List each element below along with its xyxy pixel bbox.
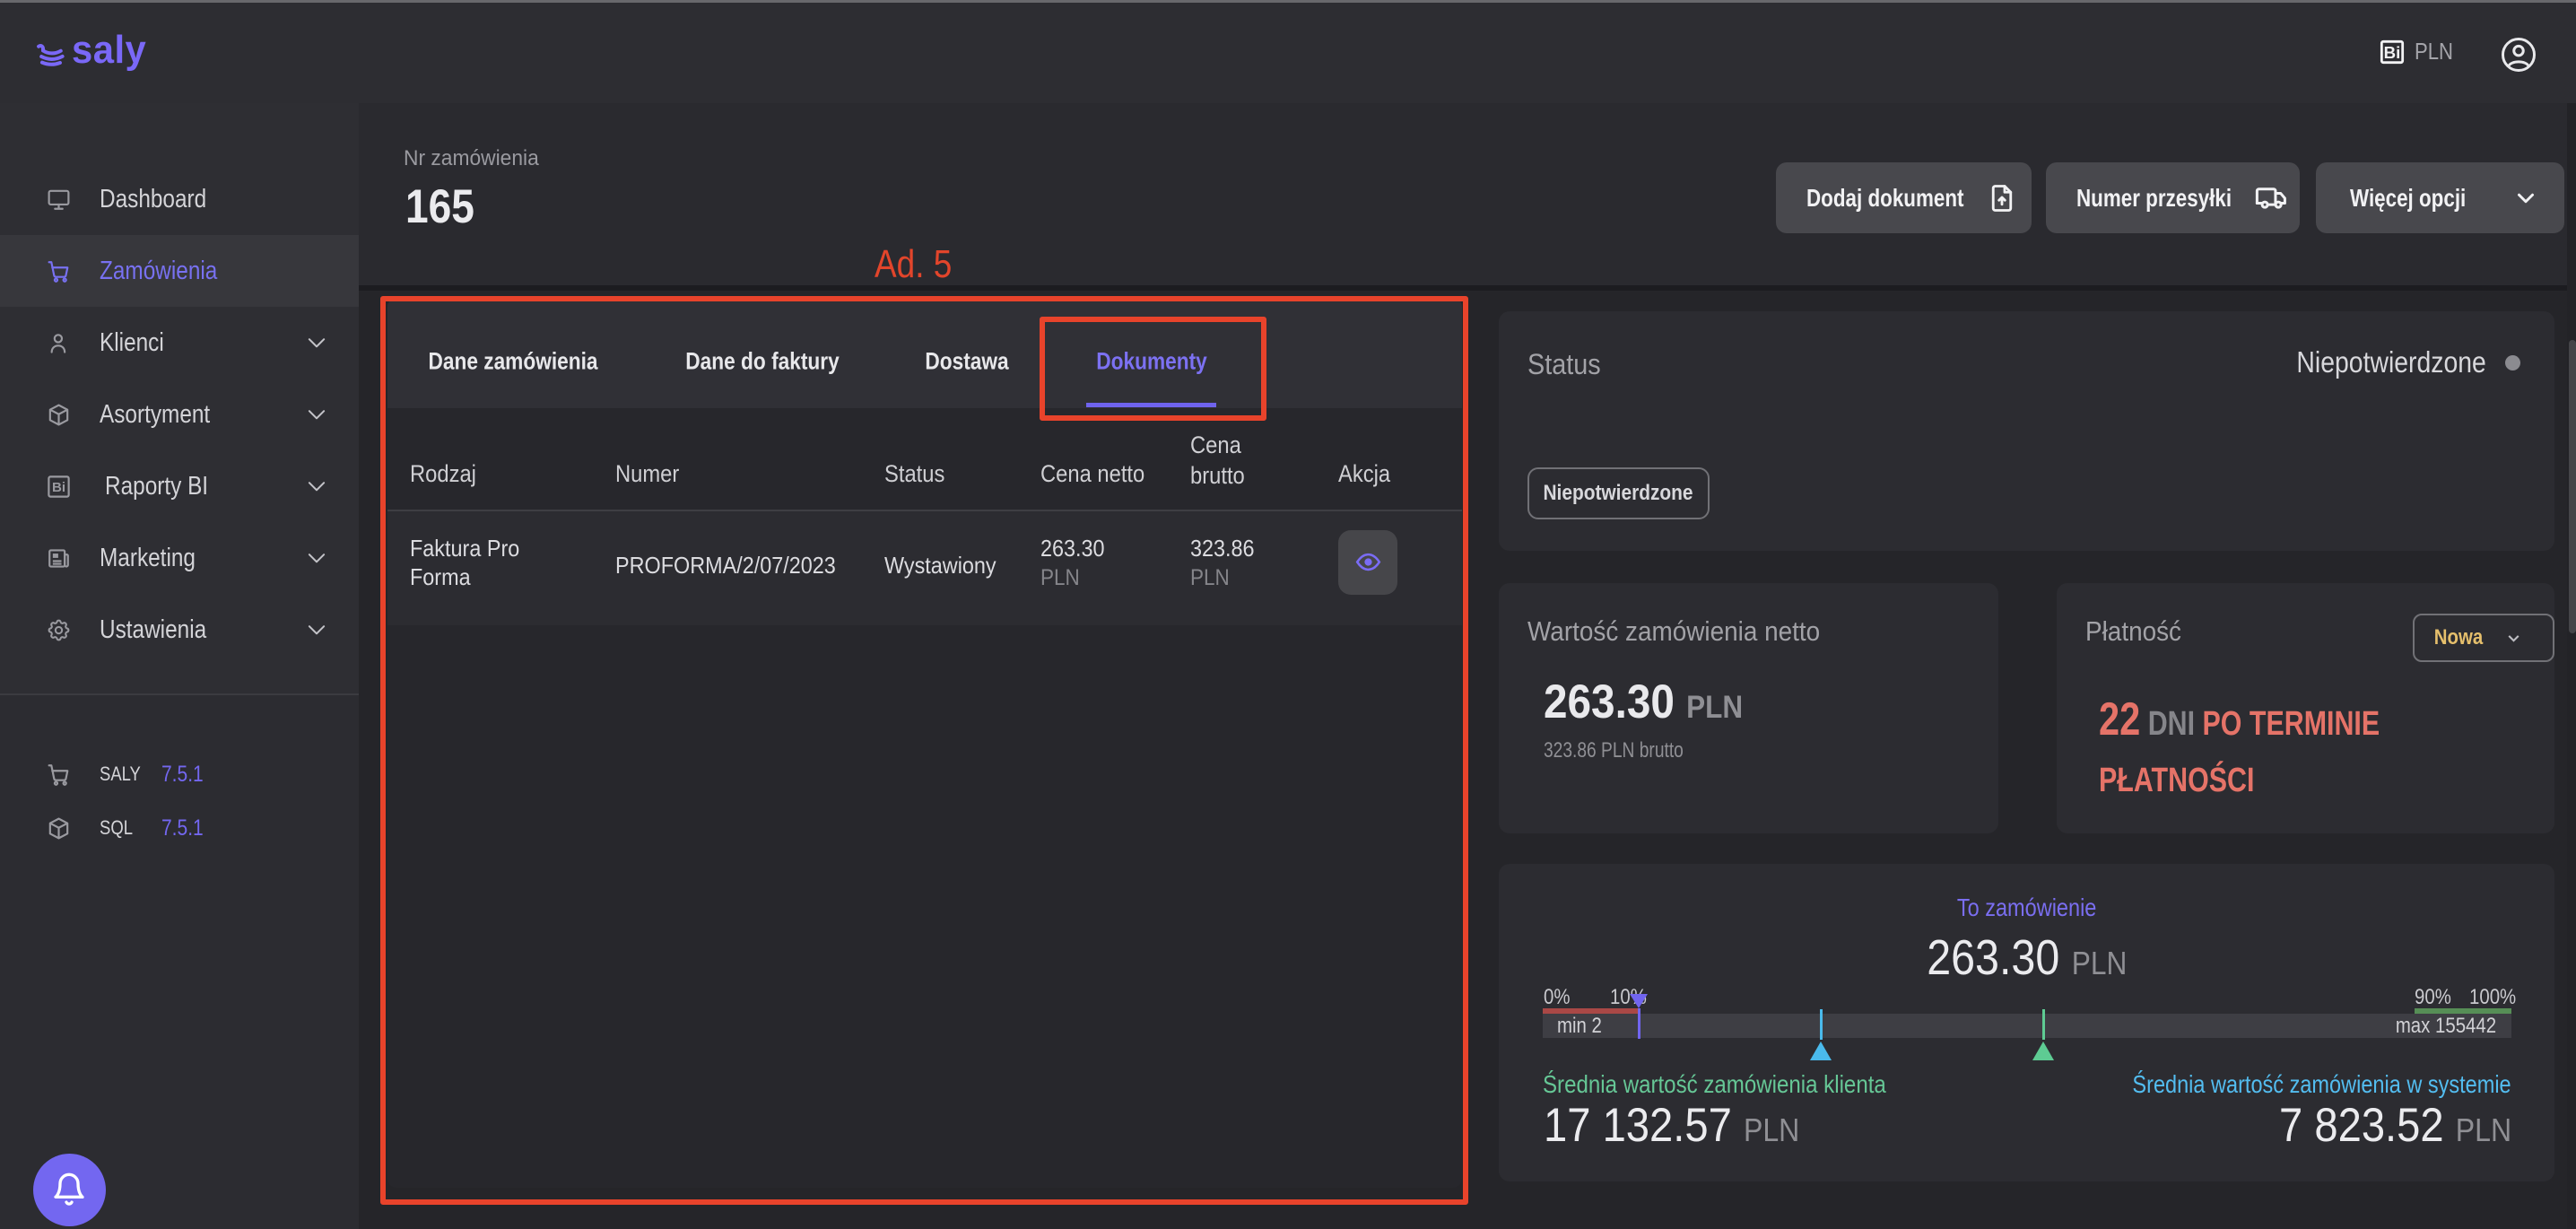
svg-text:Bi: Bi xyxy=(52,480,65,495)
svg-text:Bi: Bi xyxy=(2384,43,2401,62)
